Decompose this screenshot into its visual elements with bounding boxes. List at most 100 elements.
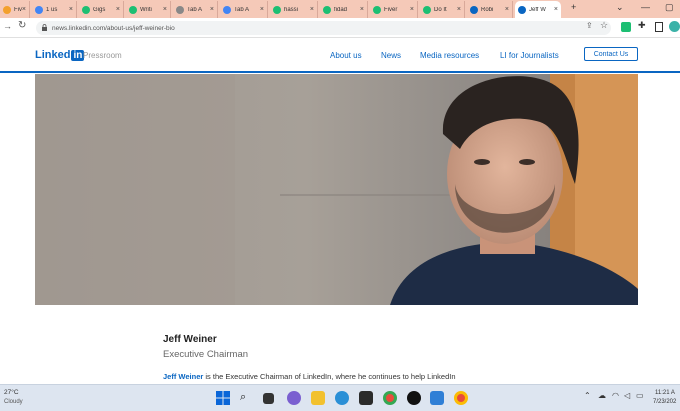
weather-condition[interactable]: Cloudy [4,399,23,405]
pressroom-label: Pressroom [83,51,122,60]
nav-news[interactable]: News [381,51,401,60]
close-tab-icon[interactable]: × [260,6,264,13]
close-tab-icon[interactable]: × [310,6,314,13]
extension-icon[interactable] [621,22,631,32]
bio-text: is the Executive Chairman of LinkedIn, w… [203,372,456,381]
task-view-icon[interactable] [263,393,274,404]
tab-favicon-icon [273,5,281,14]
volume-icon[interactable]: ◁ [624,391,630,400]
tab-favicon-icon [35,5,43,14]
tab-title: fidad [334,6,348,13]
tab-favicon-icon [423,5,431,14]
tab-title: Tab A [187,6,203,13]
sidepanel-icon[interactable] [655,22,663,32]
close-tab-icon[interactable]: × [410,6,414,13]
chrome-icon[interactable] [383,391,397,405]
tab-title: Writi [140,6,152,13]
clock-time[interactable]: 11:21 A [655,390,675,396]
extensions-puzzle-icon[interactable]: ✚ [638,20,646,31]
close-tab-icon[interactable]: × [116,6,120,13]
chat-icon[interactable] [287,391,301,405]
tab-title: Robi [481,6,494,13]
wifi-icon[interactable]: ◠ [612,391,619,400]
chrome-active-icon[interactable] [454,391,468,405]
windows-taskbar: 27°C Cloudy ⌕ ⌃ ☁ ◠ ◁ ▭ 11:21 A 7/23/202 [0,384,680,411]
nav-li-for-journalists[interactable]: LI for Journalists [500,51,559,60]
store-icon[interactable] [359,391,373,405]
hero-portrait-photo [35,74,638,305]
close-tab-icon[interactable]: × [505,6,509,13]
bookmark-star-icon[interactable]: ☆ [600,20,608,31]
tab-favicon-icon [82,5,90,14]
tab-title: Fiver [14,6,22,13]
tab-search-icon[interactable]: ⌄ [616,2,624,13]
onedrive-icon[interactable]: ☁ [598,391,606,400]
tab-title: 1 us [46,6,58,13]
browser-tab[interactable]: Gigs × [79,1,124,18]
profile-name: Jeff Weiner [163,334,217,345]
tab-favicon-icon [373,5,381,14]
tab-favicon-icon [223,5,231,14]
battery-icon[interactable]: ▭ [636,391,644,400]
close-tab-icon[interactable]: × [210,6,214,13]
browser-toolbar: → ↻ news.linkedin.com/about-us/jeff-wein… [0,18,680,38]
browser-tab[interactable]: fidad × [320,1,368,18]
tab-favicon-icon [470,5,478,14]
tab-title: Tab A [234,6,250,13]
browser-tab[interactable]: Jeff W × [515,1,561,18]
browser-tab[interactable]: Writi × [126,1,171,18]
app-icon[interactable] [407,391,421,405]
tab-title: Jeff W [529,6,546,13]
close-tab-icon[interactable]: × [22,6,26,13]
address-bar[interactable]: news.linkedin.com/about-us/jeff-weiner-b… [36,21,611,35]
browser-tab[interactable]: Fiver × [370,1,418,18]
browser-tab[interactable]: Fiver× [0,1,30,18]
browser-tab[interactable]: Tab A × [173,1,218,18]
nav-media-resources[interactable]: Media resources [420,51,479,60]
close-tab-icon[interactable]: × [69,6,73,13]
nav-about-us[interactable]: About us [330,51,362,60]
browser-tab[interactable]: Tab A × [220,1,268,18]
profile-title: Executive Chairman [163,349,249,360]
tab-favicon-icon [176,5,184,14]
tab-title: Do It [434,6,447,13]
search-icon[interactable]: ⌕ [240,391,254,405]
file-explorer-icon[interactable] [311,391,325,405]
contact-us-button[interactable]: Contact Us [584,47,638,61]
tab-favicon-icon [323,5,331,14]
tab-title: hassi [284,6,299,13]
calculator-icon[interactable] [430,391,444,405]
tray-chevron-icon[interactable]: ⌃ [584,391,591,400]
tab-title: Fiver [384,6,398,13]
browser-tab[interactable]: Do It × [420,1,465,18]
bio-name-link[interactable]: Jeff Weiner [163,372,203,381]
url-text: news.linkedin.com/about-us/jeff-weiner-b… [52,24,175,32]
start-windows-icon[interactable] [216,391,230,405]
lock-icon [42,24,47,31]
profile-bio: Jeff Weiner is the Executive Chairman of… [163,372,456,381]
maximize-icon[interactable]: ▢ [665,2,674,13]
close-tab-icon[interactable]: × [554,6,558,13]
profile-avatar[interactable] [669,21,680,32]
forward-icon[interactable]: → [3,21,12,31]
close-tab-icon[interactable]: × [457,6,461,13]
tab-favicon-icon [129,5,137,14]
tab-favicon-icon [3,5,11,14]
browser-tab[interactable]: hassi × [270,1,318,18]
share-icon[interactable]: ⇪ [586,21,593,30]
browser-tab-strip: Fiver×1 us×Gigs×Writi×Tab A×Tab A×hassi×… [0,0,680,18]
browser-tab[interactable]: 1 us × [32,1,77,18]
site-header: Linked in Pressroom About us News Media r… [0,38,680,73]
close-tab-icon[interactable]: × [163,6,167,13]
close-tab-icon[interactable]: × [360,6,364,13]
reload-icon[interactable]: ↻ [18,20,26,31]
tab-title: Gigs [93,6,106,13]
logo-word: Linked [35,49,71,61]
new-tab-button[interactable]: + [571,2,576,12]
clock-date[interactable]: 7/23/202 [653,399,676,405]
minimize-icon[interactable]: — [641,2,650,12]
edge-icon[interactable] [335,391,349,405]
linkedin-logo[interactable]: Linked in [35,49,85,61]
browser-tab[interactable]: Robi × [467,1,513,18]
weather-temp[interactable]: 27°C [4,389,19,396]
